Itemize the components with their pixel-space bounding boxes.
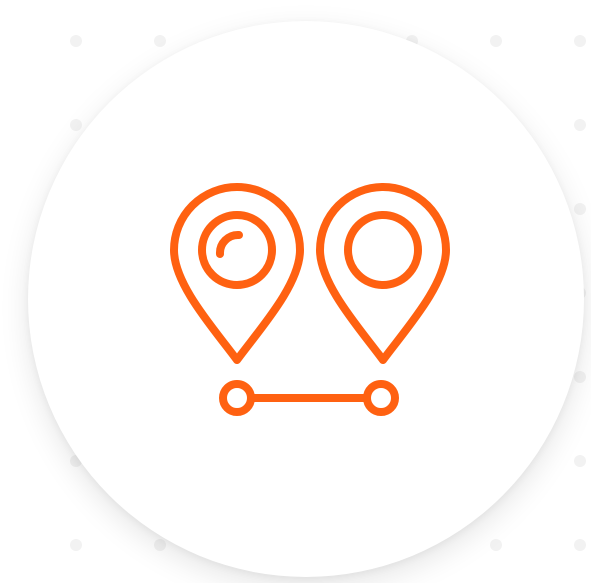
background-dot xyxy=(574,119,586,131)
background-dot xyxy=(574,203,586,215)
background-dot xyxy=(70,119,82,131)
route-end-node xyxy=(363,380,399,416)
background-dot xyxy=(490,539,502,551)
background-dot xyxy=(574,35,586,47)
route-pins-icon xyxy=(170,183,450,416)
background-dot xyxy=(70,35,82,47)
icon-stage xyxy=(0,0,591,583)
left-pin-highlight xyxy=(216,231,243,258)
background-dot xyxy=(154,539,166,551)
route-start-node xyxy=(219,380,255,416)
background-dot xyxy=(490,35,502,47)
background-dot xyxy=(574,455,586,467)
background-dot xyxy=(70,539,82,551)
background-dot xyxy=(574,371,586,383)
background-dot xyxy=(154,35,166,47)
left-pin-inner-circle xyxy=(198,211,276,289)
right-pin-inner-circle xyxy=(344,211,422,289)
background-dot xyxy=(574,539,586,551)
